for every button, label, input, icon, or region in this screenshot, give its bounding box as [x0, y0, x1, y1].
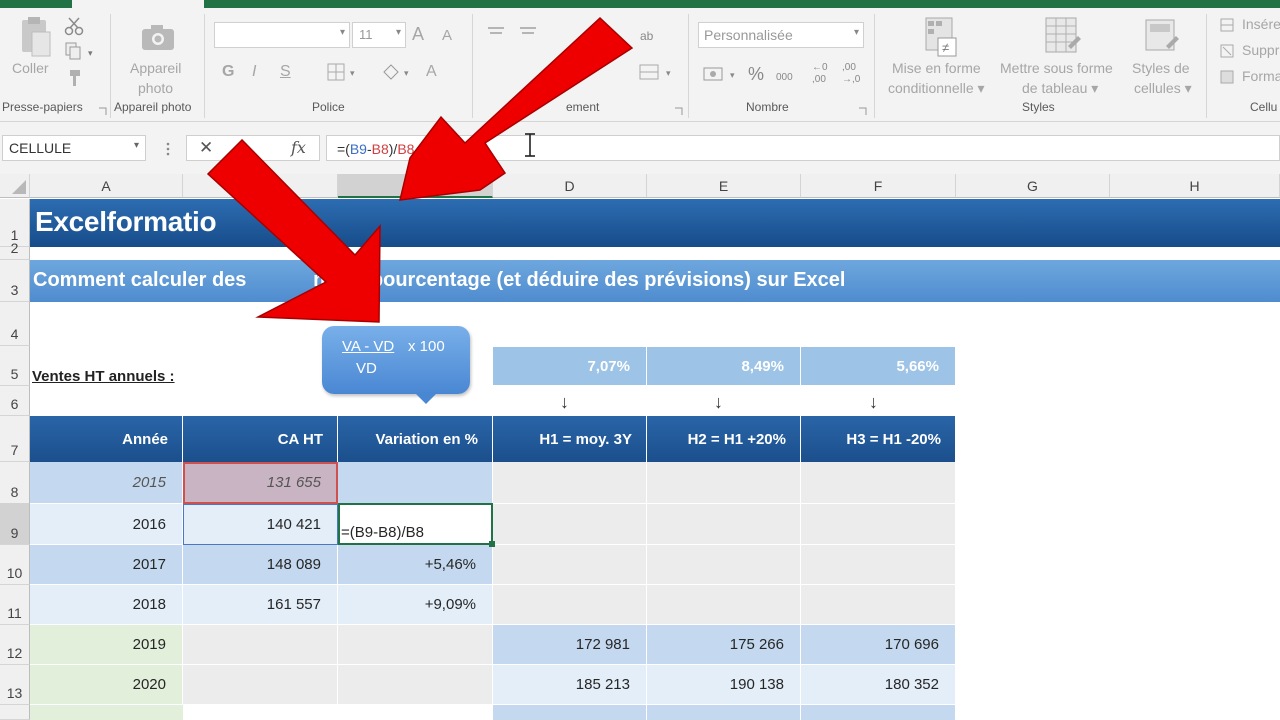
red-arrow-to-cell-icon	[206, 138, 381, 323]
